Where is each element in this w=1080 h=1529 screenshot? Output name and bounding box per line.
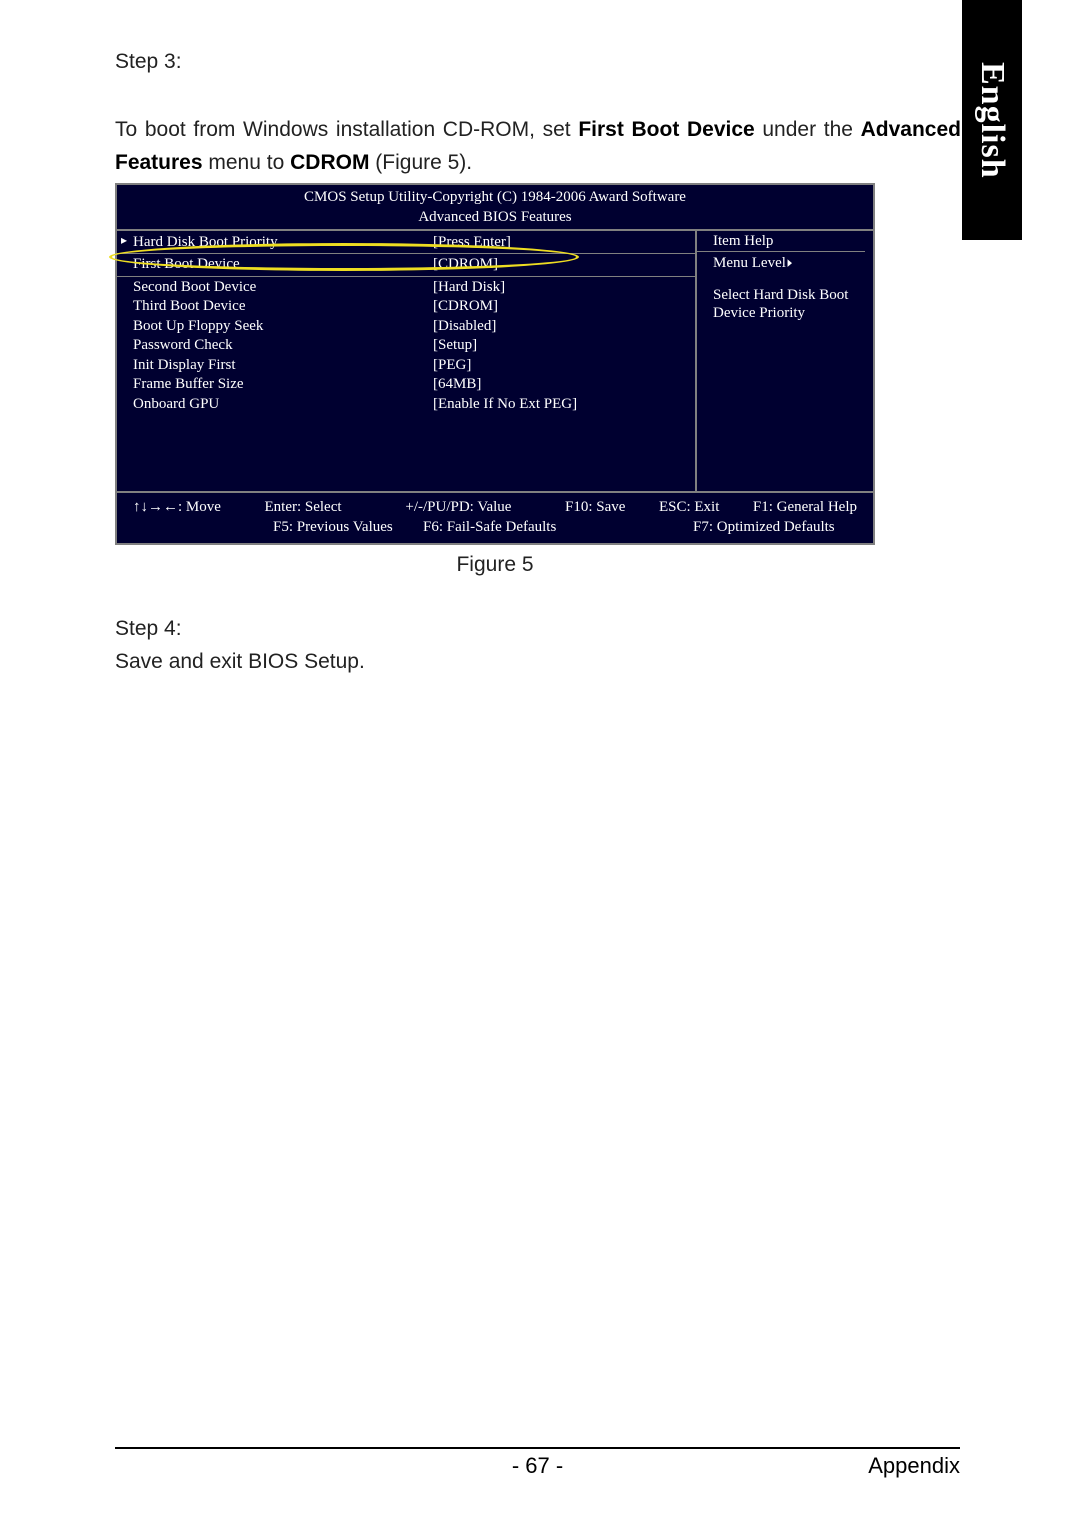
fk-prev: F5: Previous Values	[273, 517, 423, 537]
bios-label: Boot Up Floppy Seek	[133, 317, 433, 337]
help-desc2: Device Priority	[713, 305, 865, 322]
page-number: - 67 -	[512, 1453, 563, 1479]
divider	[117, 253, 695, 254]
bios-settings-panel: Hard Disk Boot Priority [Press Enter] Fi…	[117, 231, 697, 491]
bios-help-panel: Item Help Menu Level▸ Select Hard Disk B…	[697, 231, 873, 491]
bios-footer-row2: F5: Previous Values F6: Fail-Safe Defaul…	[133, 517, 857, 537]
bios-row: First Boot Device [CDROM]	[133, 255, 695, 275]
divider	[697, 251, 865, 252]
bios-header: CMOS Setup Utility-Copyright (C) 1984-20…	[117, 185, 873, 231]
fk-exit: ESC: Exit	[659, 497, 753, 517]
step3-label: Step 3:	[115, 50, 1020, 74]
page-footer: - 67 - Appendix	[115, 1447, 960, 1479]
step4-label: Step 4:	[115, 613, 1020, 646]
fk-value: +/-/PU/PD: Value	[405, 497, 565, 517]
bios-row: Onboard GPU [Enable If No Ext PEG]	[133, 395, 695, 415]
step3-text: To boot from Windows installation CD-ROM…	[115, 114, 1020, 179]
help-title: Item Help	[713, 233, 865, 250]
bios-label: Password Check	[133, 336, 433, 356]
bios-label: Onboard GPU	[133, 395, 433, 415]
spacer	[713, 273, 865, 287]
text: To boot from Windows installation CD-ROM…	[115, 118, 578, 141]
chevron-right-icon: ▸	[787, 253, 792, 272]
bios-value: [Enable If No Ext PEG]	[433, 395, 695, 415]
bios-label: First Boot Device	[133, 255, 433, 275]
fk-fail: F6: Fail-Safe Defaults	[423, 517, 593, 537]
step4-block: Step 4: Save and exit BIOS Setup.	[115, 613, 1020, 678]
menu-level: Menu Level▸	[713, 253, 865, 272]
text: (Figure 5).	[369, 151, 472, 174]
bios-label: Hard Disk Boot Priority	[133, 233, 433, 253]
bios-label: Frame Buffer Size	[133, 375, 433, 395]
bios-row: Password Check [Setup]	[133, 336, 695, 356]
bios-value: [Press Enter]	[433, 233, 695, 253]
fk-save: F10: Save	[565, 497, 659, 517]
bios-body: Hard Disk Boot Priority [Press Enter] Fi…	[117, 231, 873, 491]
bios-value: [Disabled]	[433, 317, 695, 337]
text: under the	[755, 118, 861, 141]
divider	[117, 276, 695, 277]
bios-row: Init Display First [PEG]	[133, 356, 695, 376]
figure5-caption: Figure 5	[115, 553, 875, 577]
bios-label: Init Display First	[133, 356, 433, 376]
bios-title2: Advanced BIOS Features	[117, 207, 873, 227]
footer-section: Appendix	[868, 1453, 960, 1479]
bios-value: [Setup]	[433, 336, 695, 356]
fk-opt: F7: Optimized Defaults	[693, 517, 835, 537]
fk-help: F1: General Help	[753, 497, 857, 517]
bios-row: Frame Buffer Size [64MB]	[133, 375, 695, 395]
bios-row: Third Boot Device [CDROM]	[133, 297, 695, 317]
bios-footer: ↑↓→←: Move Enter: Select +/-/PU/PD: Valu…	[117, 491, 873, 544]
bios-screenshot: CMOS Setup Utility-Copyright (C) 1984-20…	[115, 183, 875, 545]
help-desc1: Select Hard Disk Boot	[713, 287, 865, 304]
language-tab: English	[962, 0, 1022, 240]
fk-move: ↑↓→←: Move	[133, 497, 264, 517]
bios-title1: CMOS Setup Utility-Copyright (C) 1984-20…	[117, 187, 873, 207]
bios-row: Hard Disk Boot Priority [Press Enter]	[133, 233, 695, 253]
bios-label: Third Boot Device	[133, 297, 433, 317]
text-bold: CDROM	[290, 151, 369, 174]
bios-value: [CDROM]	[433, 297, 695, 317]
fk-select: Enter: Select	[264, 497, 405, 517]
text: menu to	[203, 151, 291, 174]
bios-label: Second Boot Device	[133, 278, 433, 298]
page: English Step 3: To boot from Windows ins…	[0, 0, 1080, 1529]
fk-blank	[593, 517, 693, 537]
bios-value: [64MB]	[433, 375, 695, 395]
bios-value: [PEG]	[433, 356, 695, 376]
bios-value: [CDROM]	[433, 255, 695, 275]
text: Menu Level	[713, 255, 786, 271]
bios-footer-row1: ↑↓→←: Move Enter: Select +/-/PU/PD: Valu…	[133, 497, 857, 517]
bios-row: Second Boot Device [Hard Disk]	[133, 278, 695, 298]
bios-row: Boot Up Floppy Seek [Disabled]	[133, 317, 695, 337]
fk-blank	[133, 517, 273, 537]
step4-text: Save and exit BIOS Setup.	[115, 646, 1020, 679]
bios-value: [Hard Disk]	[433, 278, 695, 298]
text-bold: First Boot Device	[578, 118, 754, 141]
